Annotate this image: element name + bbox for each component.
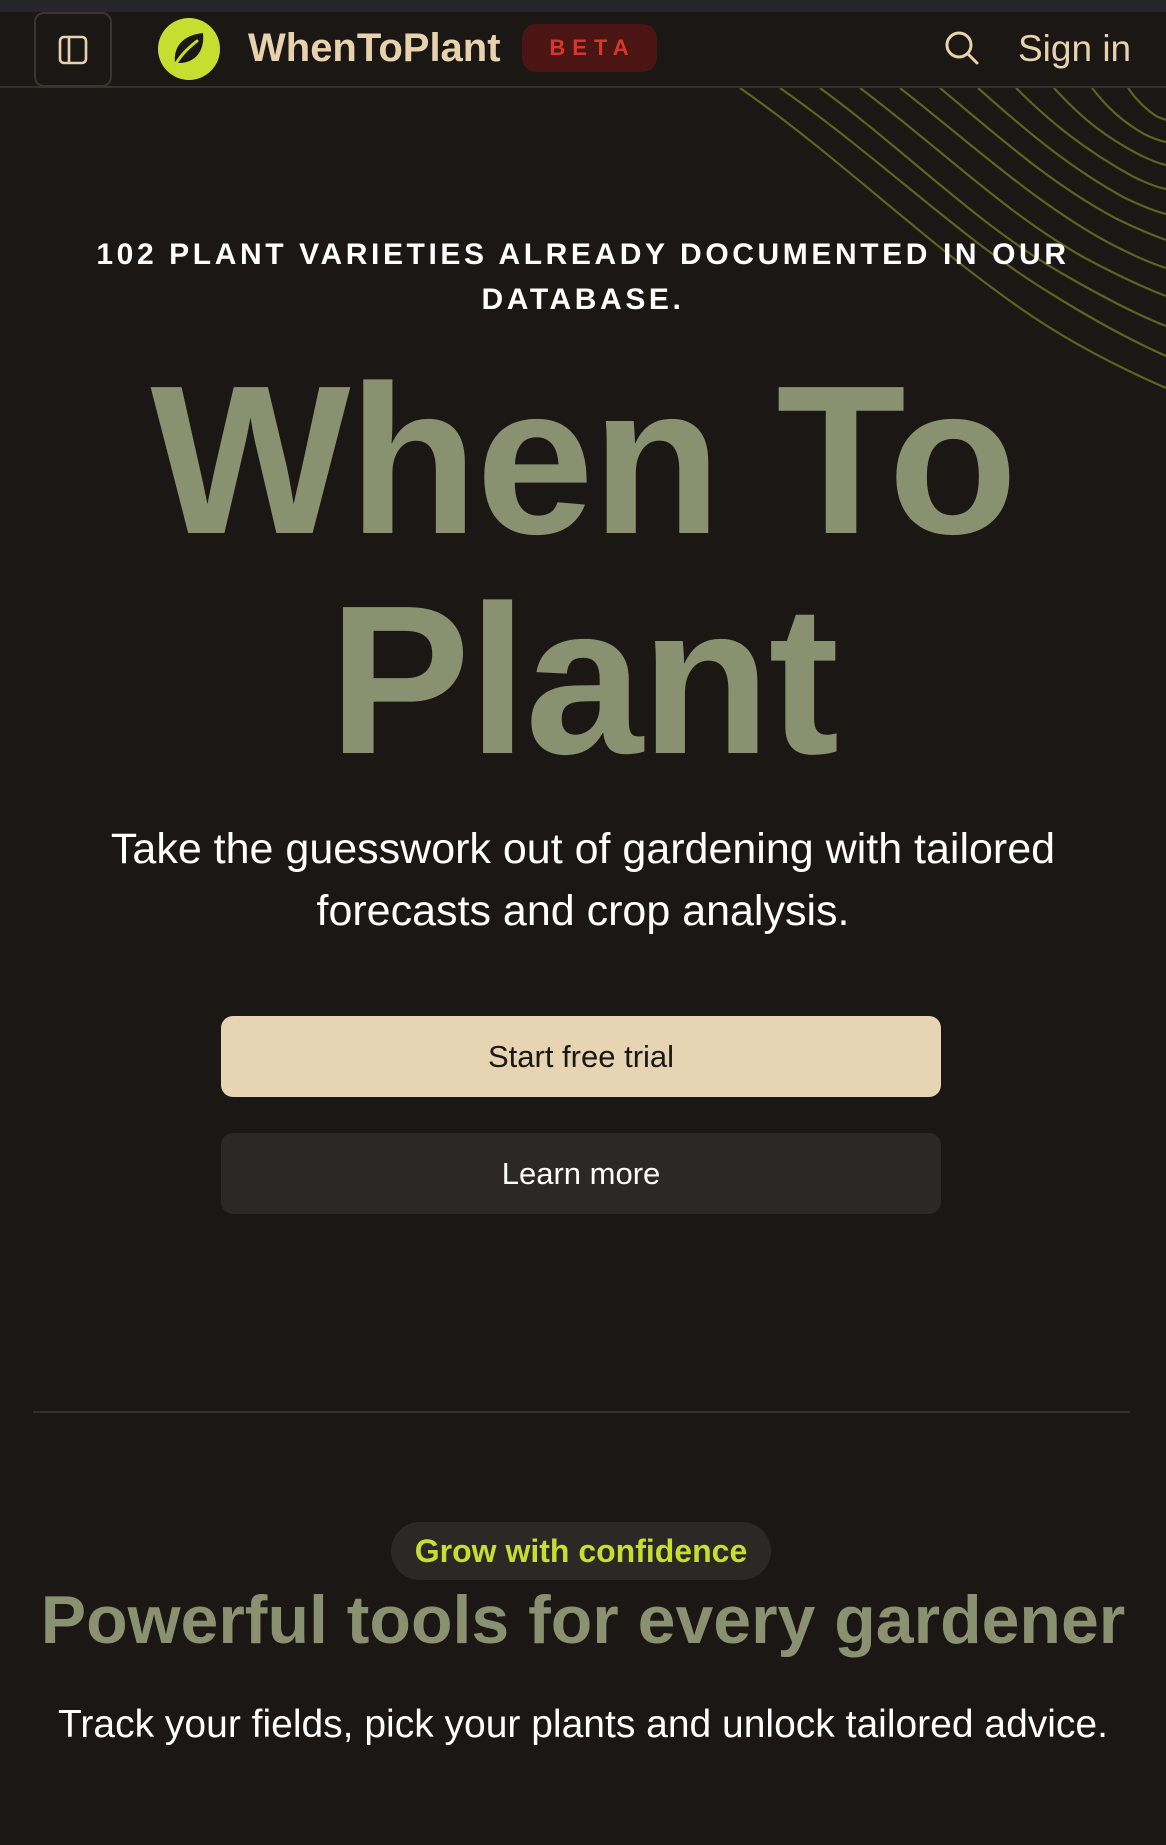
features-subtitle: Track your fields, pick your plants and …	[58, 1703, 1108, 1746]
start-free-trial-button[interactable]: Start free trial	[221, 1016, 941, 1097]
eyebrow-line-1: 102 PLANT VARIETIES ALREADY DOCUMENTED I…	[96, 238, 1070, 271]
sidebar-toggle-button[interactable]	[34, 12, 112, 87]
hero-subtitle: Take the guesswork out of gardening with…	[60, 818, 1106, 942]
leaf-logo-icon[interactable]	[157, 17, 221, 81]
varieties-count-text: 102 PLANT VARIETIES ALREADY DOCUMENTED I…	[60, 232, 1106, 322]
browser-top-strip	[0, 0, 1166, 12]
sidebar-panel-icon	[58, 35, 88, 64]
hero-subtitle-line-2: forecasts and crop analysis.	[316, 887, 850, 935]
search-icon[interactable]	[942, 28, 982, 68]
section-divider	[33, 1411, 1130, 1413]
features-title: Powerful tools for every gardener	[40, 1582, 1126, 1658]
beta-badge: BETA	[522, 24, 657, 72]
eyebrow-line-2: DATABASE.	[481, 283, 685, 316]
hero-title: When To Plant	[40, 350, 1126, 790]
learn-more-button[interactable]: Learn more	[221, 1133, 941, 1214]
hero-title-line-2: Plant	[328, 561, 839, 798]
hero-subtitle-line-1: Take the guesswork out of gardening with…	[110, 825, 1056, 873]
hero-title-line-1: When To	[150, 341, 1017, 578]
section-tag-pill: Grow with confidence	[391, 1522, 771, 1580]
sign-in-link[interactable]: Sign in	[1018, 26, 1131, 72]
top-nav: WhenToPlant BETA Sign in	[0, 12, 1166, 88]
brand-name[interactable]: WhenToPlant	[248, 24, 501, 72]
